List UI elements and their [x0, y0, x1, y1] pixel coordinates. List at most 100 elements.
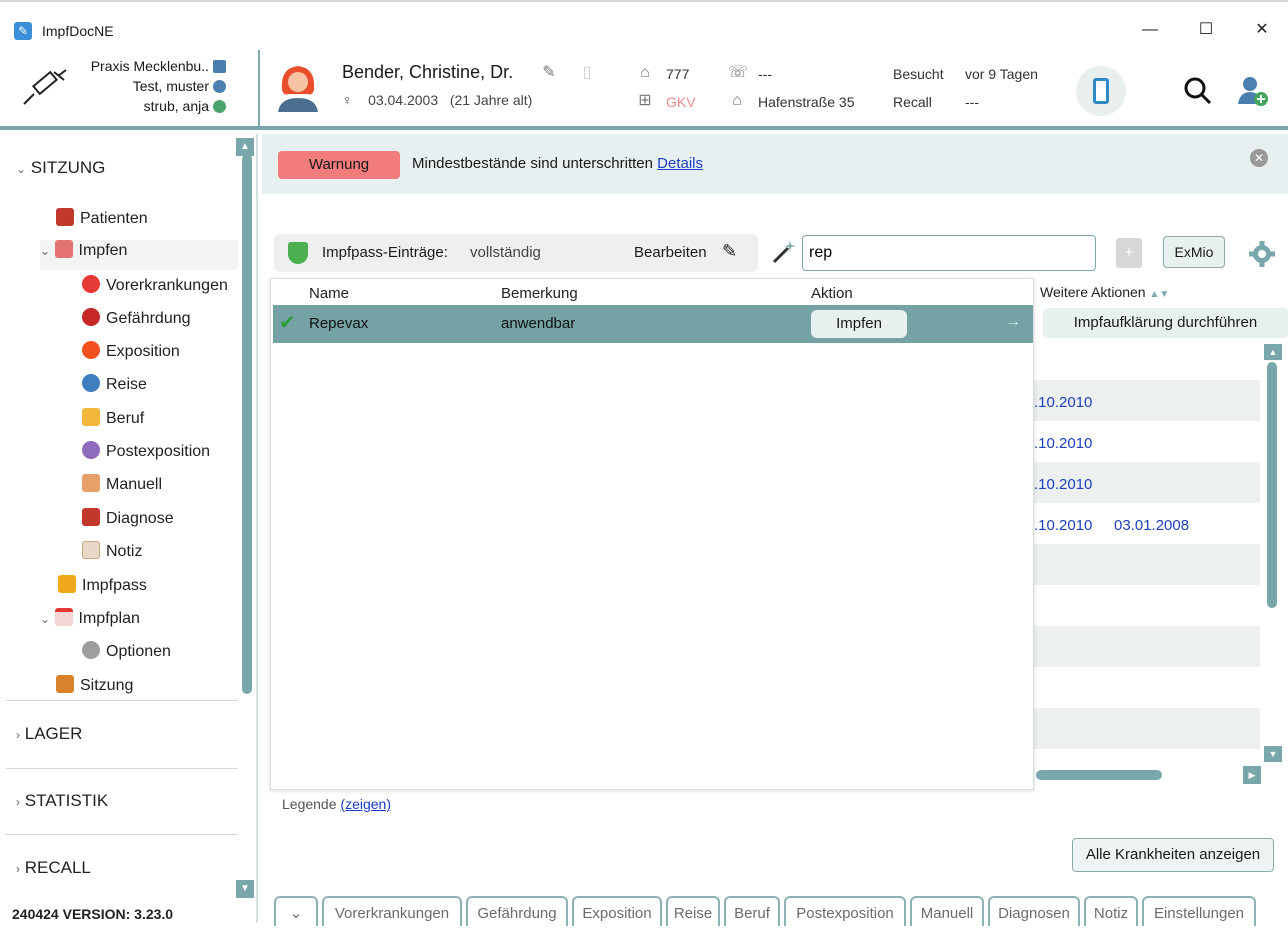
maximize-button[interactable]: ☐: [1196, 20, 1216, 40]
patient-name[interactable]: Bender, Christine, Dr.: [342, 62, 513, 83]
edit-patient-icon[interactable]: ✎: [540, 64, 558, 82]
magic-wand-icon[interactable]: [770, 238, 798, 266]
sidebar-scroll-thumb[interactable]: [242, 154, 252, 694]
gender-icon: ♀: [342, 92, 353, 108]
tab-beruf[interactable]: Beruf: [724, 896, 780, 926]
sidebar-item-exposition[interactable]: Exposition: [82, 341, 180, 361]
table-row[interactable]: [1034, 708, 1260, 749]
table-row[interactable]: [1034, 544, 1260, 585]
tag-icon: ⌂: [640, 64, 650, 81]
tab-vorerkrankungen[interactable]: Vorerkrankungen: [322, 896, 462, 926]
tab-manuell[interactable]: Manuell: [910, 896, 984, 926]
sidebar-item-sitzung[interactable]: Sitzung: [56, 675, 133, 695]
patient-header: Praxis Mecklenbu.. Test, muster strub, a…: [0, 48, 1288, 130]
window-title: ImpfDocNE: [42, 23, 114, 39]
insurance-icon: ⊞: [638, 92, 652, 109]
recall-value: ---: [965, 94, 979, 110]
tab-reise[interactable]: Reise: [666, 896, 720, 926]
table-row[interactable]: .10.2010: [1034, 462, 1260, 503]
table-row[interactable]: .10.2010: [1034, 421, 1260, 462]
column-bemerkung[interactable]: Bemerkung: [501, 285, 578, 302]
tab-diagnosen[interactable]: Diagnosen: [988, 896, 1080, 926]
table-row[interactable]: .10.2010 03.01.2008: [1034, 503, 1260, 544]
close-icon[interactable]: ✕: [1250, 149, 1268, 167]
tabs-collapse-button[interactable]: ⌄: [274, 896, 318, 926]
impfaufklaerung-button[interactable]: Impfaufklärung durchführen: [1043, 308, 1288, 338]
sidebar-item-vorerkrankungen[interactable]: Vorerkrankungen: [82, 275, 228, 295]
mobile-device-button[interactable]: [1076, 66, 1126, 116]
section-recall[interactable]: › RECALL: [16, 858, 91, 878]
birthdate: 03.04.2003: [368, 92, 439, 108]
edit-impfpass-button[interactable]: Bearbeiten: [634, 244, 707, 261]
table-scroll-down[interactable]: ▼: [1264, 746, 1282, 762]
legend-show-link[interactable]: (zeigen): [340, 796, 391, 812]
table-vertical-scrollbar[interactable]: ▲ ▼: [1262, 344, 1282, 764]
user-test: Test, muster: [133, 78, 226, 94]
minimize-button[interactable]: —: [1140, 20, 1160, 40]
all-diseases-button[interactable]: Alle Krankheiten anzeigen: [1072, 838, 1274, 872]
add-button[interactable]: +: [1116, 238, 1142, 268]
arrow-right-icon[interactable]: →: [1005, 313, 1021, 331]
tab-notiz[interactable]: Notiz: [1084, 896, 1138, 926]
warning-details-link[interactable]: Details: [657, 155, 703, 172]
pencil-icon[interactable]: ✎: [722, 241, 737, 262]
table-row[interactable]: [1034, 626, 1260, 667]
vaccine-search-dropdown: Name Bemerkung Aktion ✔ Repevax anwendba…: [270, 278, 1034, 790]
book-icon: [82, 508, 100, 526]
impfen-button[interactable]: Impfen: [811, 310, 907, 338]
sidebar-item-optionen[interactable]: Optionen: [82, 641, 171, 661]
gear-small-icon: [82, 641, 100, 659]
close-window-button[interactable]: ✕: [1252, 20, 1272, 40]
home-icon: [213, 60, 226, 73]
search-icon[interactable]: [1183, 76, 1213, 106]
tab-exposition[interactable]: Exposition: [572, 896, 662, 926]
table-scroll-up[interactable]: ▲: [1264, 344, 1282, 360]
weitere-aktionen-header[interactable]: Weitere Aktionen ▲▼: [1040, 284, 1169, 300]
column-name[interactable]: Name: [309, 285, 349, 302]
warning-message: Mindestbestände sind unterschritten Deta…: [412, 155, 704, 172]
sidebar-item-impfplan[interactable]: ⌄ Impfplan: [40, 608, 140, 628]
tab-gefaehrdung[interactable]: Gefährdung: [466, 896, 568, 926]
sidebar: ▲ ▼ ⌄ SITZUNG Patienten ⌄ Impfen Vorerkr…: [0, 134, 258, 923]
table-row[interactable]: [1034, 585, 1260, 626]
user-strub: strub, anja: [144, 98, 226, 114]
section-statistik[interactable]: › STATISTIK: [16, 791, 108, 811]
syringe-icon: [23, 69, 67, 105]
sidebar-item-manuell[interactable]: Manuell: [82, 474, 162, 494]
settings-gear-icon[interactable]: [1248, 240, 1276, 268]
insurance-value: GKV: [666, 94, 696, 110]
sidebar-item-beruf[interactable]: Beruf: [82, 408, 144, 428]
doctor-icon: [213, 100, 226, 113]
sidebar-item-diagnose[interactable]: Diagnose: [82, 508, 174, 528]
sidebar-item-gefaehrdung[interactable]: Gefährdung: [82, 308, 191, 328]
table-row[interactable]: .10.2010: [1034, 380, 1260, 421]
section-sitzung[interactable]: ⌄ SITZUNG: [16, 158, 105, 178]
table-row[interactable]: [1034, 667, 1260, 708]
vaccine-search-input[interactable]: [802, 235, 1096, 271]
column-aktion[interactable]: Aktion: [811, 285, 853, 302]
tab-einstellungen[interactable]: Einstellungen: [1142, 896, 1256, 926]
sidebar-item-impfpass[interactable]: Impfpass: [58, 575, 147, 595]
document-icon[interactable]: ▯: [578, 64, 596, 82]
divider: [6, 768, 238, 769]
sidebar-item-postexposition[interactable]: Postexposition: [82, 441, 210, 461]
sidebar-scroll-down[interactable]: ▼: [236, 880, 254, 898]
exmio-button[interactable]: ExMio: [1163, 236, 1225, 268]
table-horizontal-scroll-thumb[interactable]: [1036, 770, 1162, 780]
sidebar-item-patienten[interactable]: Patienten: [56, 208, 148, 228]
sidebar-item-reise[interactable]: Reise: [82, 374, 147, 394]
result-row-repevax[interactable]: ✔ Repevax anwendbar Impfen →: [273, 305, 1033, 343]
recall-label: Recall: [893, 94, 932, 110]
add-patient-icon[interactable]: [1236, 74, 1270, 108]
table-scroll-thumb[interactable]: [1267, 362, 1277, 608]
tab-postexposition[interactable]: Postexposition: [784, 896, 906, 926]
tag-value: 777: [666, 66, 690, 82]
check-icon: ✔: [279, 312, 296, 334]
practice-name: Praxis Mecklenbu..: [91, 58, 226, 74]
title-bar: ✎ ImpfDocNE — ☐ ✕: [0, 0, 1288, 48]
sidebar-scrollbar[interactable]: [238, 134, 256, 904]
section-lager[interactable]: › LAGER: [16, 724, 82, 744]
sidebar-item-impfen[interactable]: ⌄ Impfen: [40, 240, 238, 270]
table-scroll-right[interactable]: ▶: [1243, 766, 1261, 784]
sidebar-item-notiz[interactable]: Notiz: [82, 541, 142, 561]
